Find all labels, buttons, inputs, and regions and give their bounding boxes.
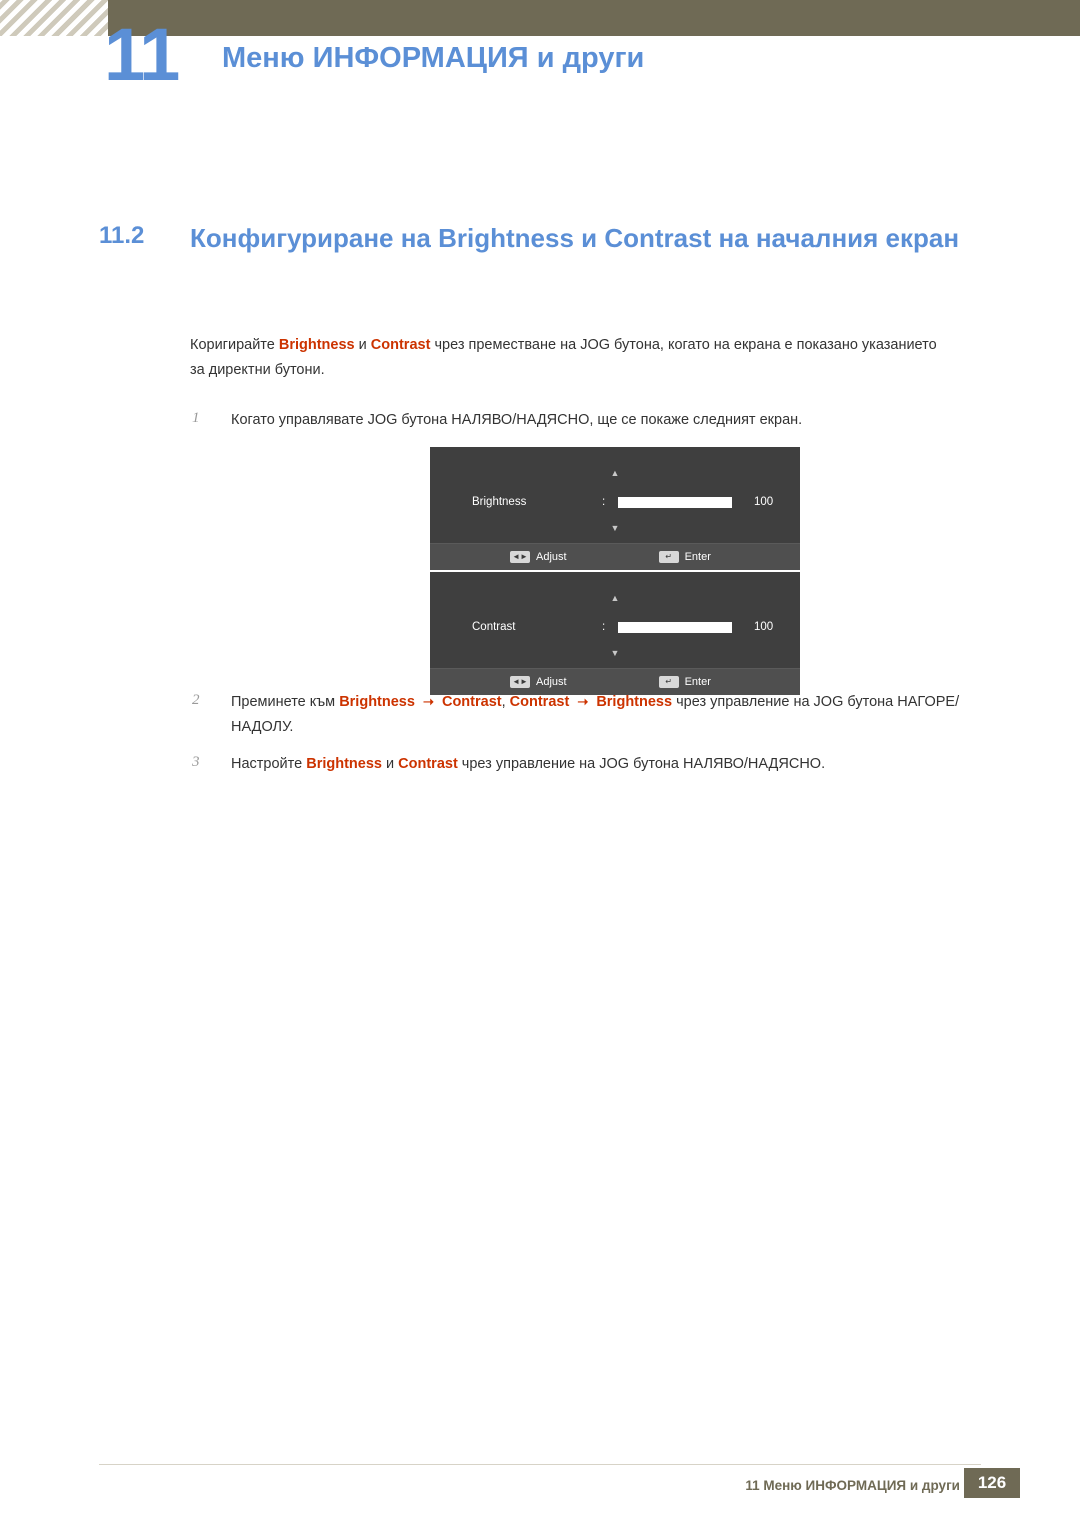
step-2-comma: , xyxy=(501,694,510,710)
chapter-title: Меню ИНФОРМАЦИЯ и други xyxy=(222,42,645,74)
left-right-key-icon: ◄► xyxy=(510,676,530,688)
section-number: 11.2 xyxy=(99,222,145,249)
footer-chapter-label: 11 Меню ИНФОРМАЦИЯ и други xyxy=(745,1478,960,1493)
step-3-contrast: Contrast xyxy=(398,756,458,772)
osd-down-arrow-icon: ▼ xyxy=(610,648,620,658)
step-3-text-e: чрез управление на JOG бутона НАЛЯВО/НАД… xyxy=(457,756,826,772)
osd-label-contrast: Contrast xyxy=(472,621,516,633)
footer-divider xyxy=(99,1464,981,1465)
step-2-text: Преминете към Brightness ➝ Contrast, Con… xyxy=(231,690,991,741)
osd-down-arrow-icon: ▼ xyxy=(610,523,620,533)
step-3-brightness: Brightness xyxy=(306,756,382,772)
osd-colon: : xyxy=(602,496,606,508)
enter-key-icon: ↵ xyxy=(658,551,679,563)
osd-value-contrast: 100 xyxy=(754,621,774,633)
osd-up-arrow-icon: ▲ xyxy=(610,593,620,603)
step-1-text: Когато управлявате JOG бутона НАЛЯВО/НАД… xyxy=(231,412,803,428)
osd-enter-label: Enter xyxy=(684,676,711,688)
osd-enter-hint: ↵ Enter xyxy=(658,676,711,688)
step-2-arrow-2-icon: ➝ xyxy=(577,694,589,709)
step-2-number: 2 xyxy=(192,692,200,708)
osd-slider-bar[interactable] xyxy=(618,621,732,633)
osd-enter-hint: ↵ Enter xyxy=(658,551,711,563)
enter-key-icon: ↵ xyxy=(658,676,679,688)
intro-brightness: Brightness xyxy=(278,337,355,353)
osd-row-contrast: Contrast : 100 xyxy=(430,615,800,639)
osd-up-arrow-icon: ▲ xyxy=(610,468,620,478)
step-3-text-c: и xyxy=(381,756,399,772)
step-2-arrow-1-icon: ➝ xyxy=(423,694,434,709)
step-2-text-a: Преминете към xyxy=(231,694,340,710)
intro-text-1: Коригирайте xyxy=(190,337,279,353)
osd-adjust-hint: ◄► Adjust xyxy=(510,551,567,563)
osd-label-brightness: Brightness xyxy=(472,496,527,508)
step-2-contrast-1: Contrast xyxy=(441,694,502,710)
osd-value-brightness: 100 xyxy=(754,496,774,508)
intro-contrast: Contrast xyxy=(370,337,431,353)
osd-colon: : xyxy=(602,621,606,633)
osd-row-brightness: Brightness : 100 xyxy=(430,490,800,514)
osd-slider-bar[interactable] xyxy=(618,496,732,508)
step-3-number: 3 xyxy=(192,754,200,770)
osd-adjust-label: Adjust xyxy=(536,676,567,688)
step-3-text: Настройте Brightness и Contrast чрез упр… xyxy=(231,752,991,777)
step-2-brightness-2: Brightness xyxy=(596,694,673,710)
intro-paragraph: Коригирайте Brightness и Contrast чрез п… xyxy=(190,333,950,384)
osd-panel-brightness: ▲ Brightness : 100 ▼ ◄► Adjust ↵ Enter xyxy=(430,447,800,570)
step-2-contrast-2: Contrast xyxy=(509,694,570,710)
page-number: 126 xyxy=(964,1468,1020,1498)
step-2-brightness-1: Brightness xyxy=(339,694,415,710)
section-title: Конфигуриране на Brightness и Contrast н… xyxy=(190,223,960,253)
left-right-key-icon: ◄► xyxy=(510,551,530,563)
chapter-number: 11 xyxy=(104,13,180,96)
header-hatch-decoration xyxy=(0,0,108,36)
osd-adjust-hint: ◄► Adjust xyxy=(510,676,567,688)
osd-footer-brightness: ◄► Adjust ↵ Enter xyxy=(430,543,800,570)
osd-panel-contrast: ▲ Contrast : 100 ▼ ◄► Adjust ↵ Enter xyxy=(430,572,800,695)
step-1-number: 1 xyxy=(192,410,200,426)
step-3-text-a: Настройте xyxy=(231,756,307,772)
intro-text-2: и xyxy=(354,337,371,353)
osd-adjust-label: Adjust xyxy=(536,551,567,563)
osd-enter-label: Enter xyxy=(684,551,711,563)
